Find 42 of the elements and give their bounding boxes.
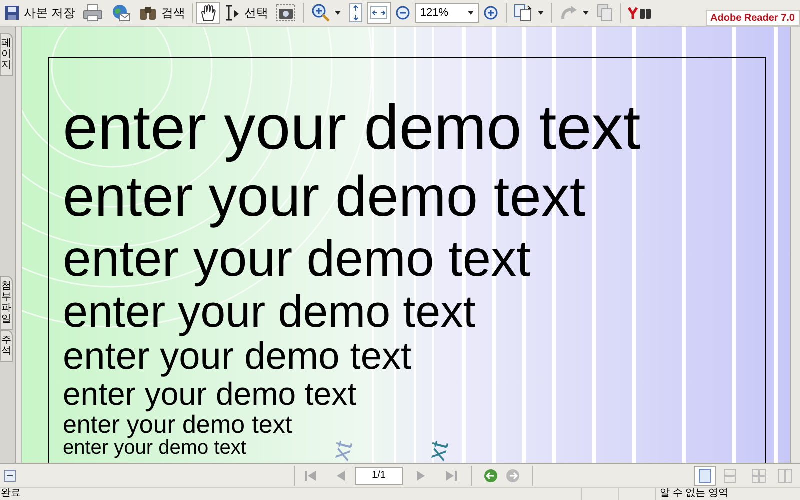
side-panel-tab[interactable]: 주석 bbox=[0, 330, 13, 362]
side-panel-tab[interactable]: 첨부 파일 bbox=[0, 276, 13, 330]
save-copy-button[interactable]: 사본 저장 bbox=[0, 2, 80, 24]
fit-width-icon[interactable] bbox=[370, 6, 388, 20]
fit-height-icon[interactable] bbox=[349, 3, 364, 23]
side-panel-tab[interactable]: 페이지 bbox=[0, 33, 13, 76]
single-page-icon[interactable] bbox=[699, 468, 711, 482]
magnifier-plus-icon[interactable] bbox=[311, 4, 332, 22]
demo-text: enter your demo text bbox=[63, 169, 586, 226]
caret-icon[interactable] bbox=[468, 11, 474, 15]
demo-text: enter your demo text bbox=[63, 378, 356, 410]
rotated-text: xt bbox=[425, 438, 454, 463]
binoculars-icon[interactable] bbox=[139, 5, 158, 21]
pages-icon[interactable] bbox=[514, 4, 534, 22]
globe-mail-icon[interactable] bbox=[111, 4, 132, 22]
caret-icon[interactable] bbox=[538, 11, 544, 15]
status-text: 완료 bbox=[0, 489, 21, 499]
hand-tool-button[interactable] bbox=[196, 2, 220, 24]
zoom-out-icon[interactable] bbox=[395, 5, 412, 21]
zoom-in-icon[interactable] bbox=[483, 5, 500, 21]
zone-text: 알 수 없는 영역 bbox=[660, 489, 730, 499]
camera-icon[interactable] bbox=[276, 4, 296, 22]
demo-text: enter your demo text bbox=[63, 413, 292, 438]
back-icon[interactable] bbox=[484, 468, 498, 482]
rotated-text: xt bbox=[329, 438, 358, 463]
caret-icon[interactable] bbox=[583, 11, 590, 15]
search-button[interactable]: 검색 bbox=[135, 2, 190, 24]
demo-text: enter your demo text bbox=[63, 338, 412, 376]
demo-text: enter your demo text bbox=[63, 289, 476, 334]
demo-text: enter your demo text bbox=[63, 438, 246, 458]
caret-icon[interactable] bbox=[335, 11, 342, 15]
brand-logo: Adobe Reader 7.0 bbox=[706, 10, 800, 26]
printer-icon[interactable] bbox=[83, 4, 104, 22]
text-cursor-icon[interactable] bbox=[224, 4, 240, 22]
scrollbar[interactable] bbox=[790, 27, 800, 463]
zoom-field[interactable]: 121% bbox=[415, 3, 480, 23]
demo-text: enter your demo text bbox=[63, 97, 641, 160]
page-number-field[interactable]: 1/1 bbox=[355, 466, 403, 484]
hand-icon[interactable] bbox=[200, 4, 216, 22]
fit-width-button[interactable] bbox=[367, 2, 392, 24]
select-tool-button[interactable]: 선택 bbox=[220, 2, 272, 24]
collapse-icon[interactable] bbox=[4, 470, 16, 482]
